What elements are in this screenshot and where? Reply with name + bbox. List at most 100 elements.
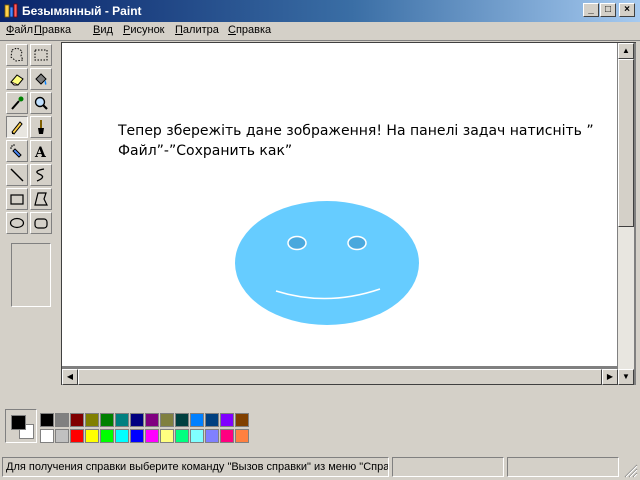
palette-swatch[interactable] xyxy=(85,429,99,443)
instruction-line-2: Файл”-”Сохранить как” xyxy=(118,143,293,159)
palette-swatch[interactable] xyxy=(235,429,249,443)
menu-palette[interactable]: Палитра xyxy=(175,24,219,36)
menu-help[interactable]: Справка xyxy=(228,24,271,36)
title-bar: Безымянный - Paint _ □ × xyxy=(0,0,640,22)
smiley-left-eye xyxy=(287,235,307,251)
toolbox: A xyxy=(4,42,58,367)
current-colors-box[interactable] xyxy=(5,409,37,443)
scroll-right-button[interactable]: ▶ xyxy=(602,369,618,385)
scroll-left-button[interactable]: ◀ xyxy=(62,369,78,385)
palette-swatch[interactable] xyxy=(175,413,189,427)
smiley-face-drawing xyxy=(235,201,419,325)
palette-swatch[interactable] xyxy=(55,429,69,443)
palette-swatch[interactable] xyxy=(55,413,69,427)
foreground-color-swatch[interactable] xyxy=(11,415,26,430)
resize-grip-icon[interactable] xyxy=(624,464,638,478)
airbrush-tool[interactable] xyxy=(6,140,28,162)
magnifier-tool[interactable] xyxy=(30,92,52,114)
magnifier-icon xyxy=(34,96,48,110)
menu-file[interactable]: Файл xyxy=(6,24,33,36)
status-help-text: Для получения справки выберите команду "… xyxy=(6,461,389,473)
menu-image[interactable]: Рисунок xyxy=(123,24,165,36)
tool-options-box[interactable] xyxy=(11,243,51,307)
palette-swatch[interactable] xyxy=(175,429,189,443)
airbrush-icon xyxy=(10,144,22,158)
palette-swatch[interactable] xyxy=(100,429,114,443)
palette-swatch[interactable] xyxy=(190,413,204,427)
palette-swatch[interactable] xyxy=(115,413,129,427)
fill-tool[interactable] xyxy=(30,68,52,90)
status-bar: Для получения справки выберите команду "… xyxy=(0,455,640,480)
color-picker-tool[interactable] xyxy=(6,92,28,114)
rect-select-icon xyxy=(34,49,48,61)
palette-swatch[interactable] xyxy=(160,413,174,427)
palette-swatch[interactable] xyxy=(115,429,129,443)
window-title: Безымянный - Paint xyxy=(22,4,142,18)
palette-swatch[interactable] xyxy=(40,413,54,427)
maximize-button[interactable]: □ xyxy=(600,3,616,17)
vertical-scrollbar[interactable]: ▲ ▼ xyxy=(618,43,634,385)
palette-swatch[interactable] xyxy=(100,413,114,427)
horizontal-scrollbar[interactable]: ◀ ▶ xyxy=(62,369,618,385)
pencil-tool[interactable] xyxy=(6,116,28,138)
eyedropper-icon xyxy=(11,96,24,110)
text-tool[interactable]: A xyxy=(30,140,52,162)
minimize-button[interactable]: _ xyxy=(583,3,599,17)
brush-tool[interactable] xyxy=(30,116,52,138)
ellipse-icon xyxy=(9,217,25,229)
palette-swatch[interactable] xyxy=(130,429,144,443)
polygon-tool[interactable] xyxy=(30,188,52,210)
svg-text:A: A xyxy=(34,145,47,159)
curve-tool[interactable] xyxy=(30,164,52,186)
pencil-icon xyxy=(11,121,23,135)
smiley-face xyxy=(235,201,419,325)
canvas-instruction-text: Тепер збережіть дане зображення! На пане… xyxy=(118,121,608,161)
palette-swatch[interactable] xyxy=(190,429,204,443)
palette-swatch[interactable] xyxy=(160,429,174,443)
palette-swatch[interactable] xyxy=(130,413,144,427)
status-size-pane xyxy=(507,457,619,477)
free-select-icon xyxy=(10,47,24,62)
palette-swatch[interactable] xyxy=(145,429,159,443)
scroll-up-button[interactable]: ▲ xyxy=(618,43,634,59)
text-A-icon: A xyxy=(34,145,47,159)
status-help-pane: Для получения справки выберите команду "… xyxy=(2,457,389,477)
palette-swatch[interactable] xyxy=(70,413,84,427)
smiley-right-eye xyxy=(347,235,367,251)
eraser-icon xyxy=(10,74,24,86)
status-position-pane xyxy=(392,457,504,477)
line-icon xyxy=(10,168,24,182)
palette-swatch[interactable] xyxy=(205,413,219,427)
palette-swatch[interactable] xyxy=(220,413,234,427)
rounded-rectangle-tool[interactable] xyxy=(30,212,52,234)
menu-bar: Файл Правка Вид Рисунок Палитра Справка xyxy=(0,22,640,41)
palette-swatch[interactable] xyxy=(235,413,249,427)
rect-select-tool[interactable] xyxy=(30,44,52,66)
palette-swatch[interactable] xyxy=(70,429,84,443)
rectangle-icon xyxy=(10,194,24,205)
ellipse-tool[interactable] xyxy=(6,212,28,234)
line-tool[interactable] xyxy=(6,164,28,186)
palette-swatch[interactable] xyxy=(205,429,219,443)
rectangle-tool[interactable] xyxy=(6,188,28,210)
menu-view[interactable]: Вид xyxy=(93,24,113,36)
instruction-line-1: Тепер збережіть дане зображення! На пане… xyxy=(118,123,594,139)
scroll-down-button[interactable]: ▼ xyxy=(618,369,634,385)
rounded-rectangle-icon xyxy=(34,218,48,229)
free-select-tool[interactable] xyxy=(6,44,28,66)
palette-swatch[interactable] xyxy=(145,413,159,427)
paint-app-icon xyxy=(4,3,18,18)
horizontal-scroll-thumb[interactable] xyxy=(78,369,602,385)
palette-swatch[interactable] xyxy=(220,429,234,443)
palette-swatch[interactable] xyxy=(85,413,99,427)
palette-swatch[interactable] xyxy=(40,429,54,443)
drawing-canvas[interactable]: Тепер збережіть дане зображення! На пане… xyxy=(62,43,617,366)
menu-edit[interactable]: Правка xyxy=(34,24,71,36)
eraser-tool[interactable] xyxy=(6,68,28,90)
polygon-icon xyxy=(34,192,48,206)
curve-icon xyxy=(36,168,45,182)
paint-bucket-icon xyxy=(35,73,47,85)
brush-icon xyxy=(38,120,44,134)
vertical-scroll-thumb[interactable] xyxy=(618,59,634,227)
close-button[interactable]: × xyxy=(619,3,635,17)
